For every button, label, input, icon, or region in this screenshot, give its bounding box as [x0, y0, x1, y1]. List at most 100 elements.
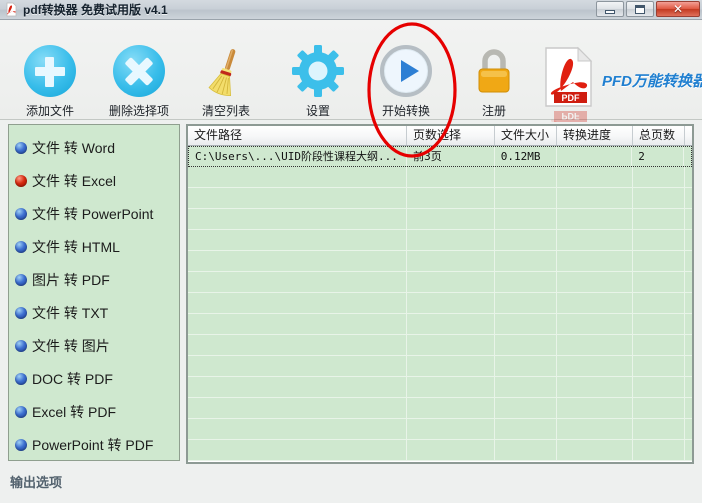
minimize-icon [605, 9, 615, 14]
cell-size [495, 167, 557, 187]
cell-size [495, 293, 557, 313]
cell-pages [407, 419, 495, 439]
file-list-table[interactable]: 文件路径 页数选择 文件大小 转换进度 总页数 C:\Users\...\UID阶段性课… [186, 124, 694, 464]
sidebar-item-3[interactable]: 文件 转 HTML [9, 230, 179, 263]
clear-list-button[interactable]: 清空列表 [182, 44, 270, 119]
sidebar-item-1[interactable]: 文件 转 Excel [9, 164, 179, 197]
cell-pages [407, 209, 495, 229]
cell-total_pages [633, 419, 685, 439]
close-button[interactable]: ✕ [656, 1, 700, 17]
column-header-4[interactable]: 总页数 [633, 126, 685, 145]
cell-spacer [685, 356, 692, 376]
cell-path [188, 230, 407, 250]
settings-button[interactable]: 设置 [274, 44, 362, 119]
sidebar-item-2[interactable]: 文件 转 PowerPoint [9, 197, 179, 230]
cell-progress [557, 188, 633, 208]
sidebar-item-6[interactable]: 文件 转 图片 [9, 329, 179, 362]
sidebar-item-5[interactable]: 文件 转 TXT [9, 296, 179, 329]
cell-progress [557, 398, 633, 418]
cell-progress [557, 209, 633, 229]
cell-spacer [685, 209, 692, 229]
table-row[interactable] [188, 314, 692, 335]
cell-path [188, 293, 407, 313]
cell-size: 0.12MB [495, 147, 557, 166]
table-row[interactable] [188, 272, 692, 293]
cell-size [495, 188, 557, 208]
cell-pages [407, 335, 495, 355]
table-row[interactable] [188, 377, 692, 398]
minimize-button[interactable] [596, 1, 624, 17]
delete-selected-button[interactable]: 删除选择项 [95, 44, 183, 119]
cell-size [495, 209, 557, 229]
sidebar-item-7[interactable]: DOC 转 PDF [9, 362, 179, 395]
cell-pages [407, 230, 495, 250]
table-row[interactable] [188, 398, 692, 419]
sidebar-item-4[interactable]: 图片 转 PDF [9, 263, 179, 296]
column-header-2[interactable]: 文件大小 [495, 126, 557, 145]
start-convert-button[interactable]: 开始转换 [362, 44, 450, 119]
table-row[interactable] [188, 335, 692, 356]
radio-icon[interactable] [15, 306, 27, 319]
cell-total_pages [633, 251, 685, 271]
radio-icon[interactable] [15, 207, 27, 220]
conversion-mode-list[interactable]: 文件 转 Word 文件 转 Excel 文件 转 PowerPoint 文件 转 H… [8, 124, 180, 461]
gear-icon [274, 44, 362, 98]
cell-spacer [685, 419, 692, 439]
radio-icon[interactable] [15, 405, 27, 418]
add-file-button[interactable]: 添加文件 [6, 44, 94, 119]
cell-path [188, 440, 407, 460]
cell-pages [407, 293, 495, 313]
table-row[interactable]: C:\Users\...\UID阶段性课程大纲... 前3页 0.12MB 2 [188, 146, 692, 167]
column-header-0[interactable]: 文件路径 [188, 126, 407, 145]
cell-spacer [685, 230, 692, 250]
sidebar-item-label: PowerPoint 转 PDF [32, 436, 154, 453]
table-row[interactable] [188, 356, 692, 377]
register-label: 注册 [481, 104, 506, 118]
table-body[interactable]: C:\Users\...\UID阶段性课程大纲... 前3页 0.12MB 2 [188, 146, 692, 461]
table-row[interactable] [188, 230, 692, 251]
column-header-5[interactable] [685, 126, 692, 145]
cell-total_pages [633, 209, 685, 229]
delete-selected-label: 删除选择项 [108, 104, 169, 118]
cell-pages [407, 188, 495, 208]
column-header-3[interactable]: 转换进度 [557, 126, 633, 145]
table-row[interactable] [188, 167, 692, 188]
radio-icon[interactable] [15, 339, 27, 352]
register-button[interactable]: 注册 [450, 44, 538, 119]
radio-icon[interactable] [15, 240, 27, 253]
sidebar-item-label: 文件 转 TXT [32, 304, 109, 321]
cell-total_pages [633, 272, 685, 292]
table-row[interactable] [188, 440, 692, 461]
cell-spacer [685, 314, 692, 334]
cell-total_pages: 2 [632, 147, 685, 166]
sidebar-item-0[interactable]: 文件 转 Word [9, 131, 179, 164]
cell-progress [557, 356, 633, 376]
radio-icon[interactable] [15, 438, 27, 451]
table-row[interactable] [188, 293, 692, 314]
table-row[interactable] [188, 419, 692, 440]
cell-path [188, 188, 407, 208]
cell-total_pages [633, 293, 685, 313]
cell-total_pages [633, 188, 685, 208]
plus-circle-icon [6, 44, 94, 98]
maximize-button[interactable] [626, 1, 654, 17]
table-row[interactable] [188, 251, 692, 272]
column-header-1[interactable]: 页数选择 [407, 126, 495, 145]
cell-progress [557, 377, 633, 397]
radio-icon[interactable] [15, 273, 27, 286]
radio-icon[interactable] [15, 141, 27, 154]
sidebar-item-8[interactable]: Excel 转 PDF [9, 395, 179, 428]
cell-size [495, 314, 557, 334]
cell-progress [557, 230, 633, 250]
cell-size [495, 440, 557, 460]
radio-icon[interactable] [15, 372, 27, 385]
cell-size [495, 398, 557, 418]
radio-selected-icon[interactable] [15, 174, 27, 187]
cell-size [495, 335, 557, 355]
table-row[interactable] [188, 209, 692, 230]
cell-pages [407, 272, 495, 292]
sidebar-item-label: Excel 转 PDF [32, 403, 117, 420]
sidebar-item-9[interactable]: PowerPoint 转 PDF [9, 428, 179, 461]
table-row[interactable] [188, 188, 692, 209]
cell-total_pages [633, 335, 685, 355]
